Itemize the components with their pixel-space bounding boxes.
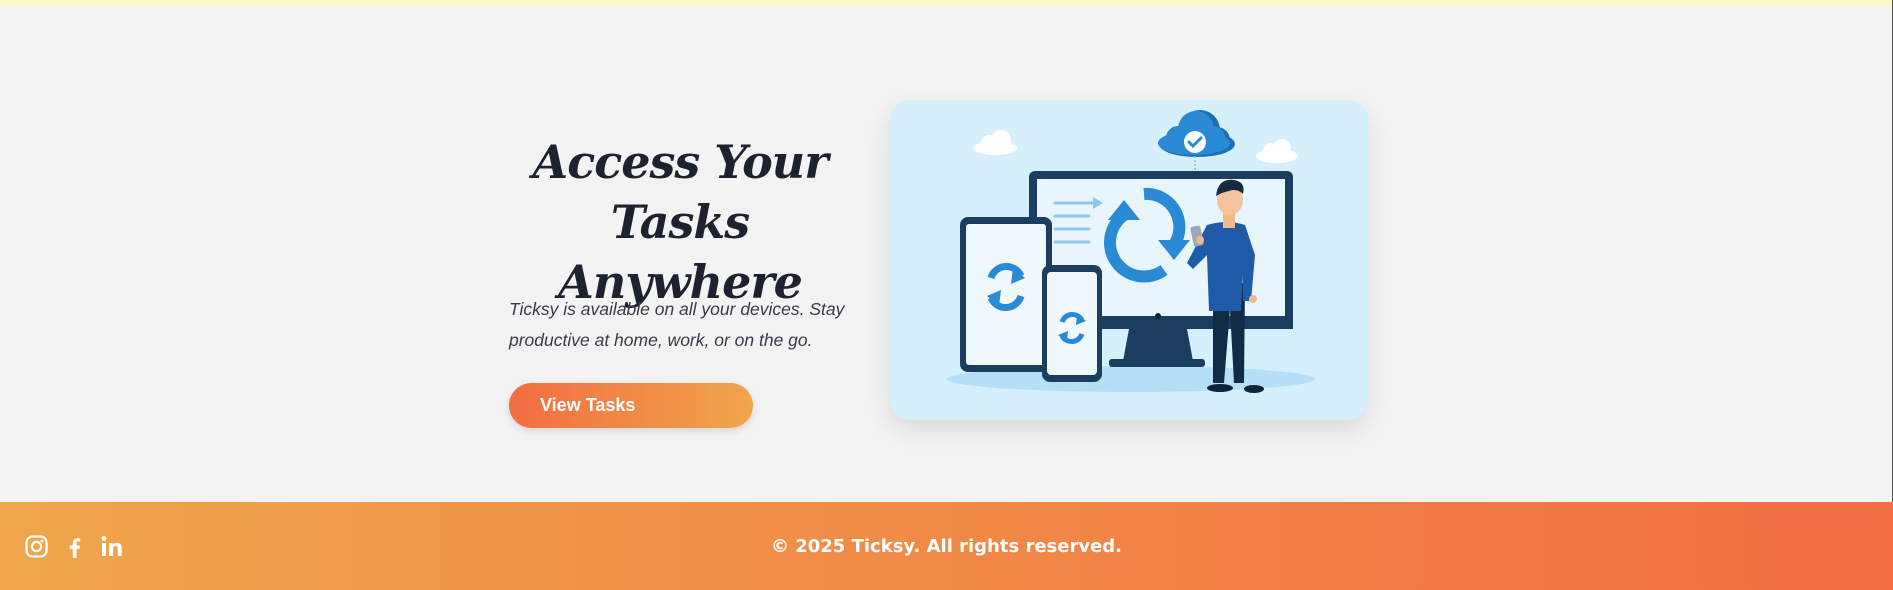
- devices-illustration-card: [889, 100, 1368, 420]
- site-footer: © 2025 Ticksy. All rights reserved.: [0, 502, 1893, 590]
- hero-description-line-1: Ticksy is available on all your devices.…: [509, 299, 845, 319]
- hero-title-line-1: Access Your: [532, 135, 829, 189]
- devices-sync-illustration: [947, 110, 1315, 393]
- hero-description: Ticksy is available on all your devices.…: [509, 294, 869, 356]
- hero-section: Access Your Tasks Anywhere Ticksy is ava…: [0, 6, 1893, 502]
- cloud-icon: [973, 130, 1017, 155]
- hero-title: Access Your Tasks Anywhere: [500, 132, 860, 312]
- cloud-check-icon: [1158, 110, 1235, 174]
- view-tasks-button[interactable]: View Tasks: [509, 383, 753, 428]
- tablet-icon: [960, 217, 1052, 372]
- phone-icon: [1042, 265, 1102, 382]
- cloud-icon: [1256, 139, 1298, 163]
- copyright-text: © 2025 Ticksy. All rights reserved.: [770, 536, 1123, 557]
- hero-description-line-2: productive at home, work, or on the go.: [509, 330, 813, 350]
